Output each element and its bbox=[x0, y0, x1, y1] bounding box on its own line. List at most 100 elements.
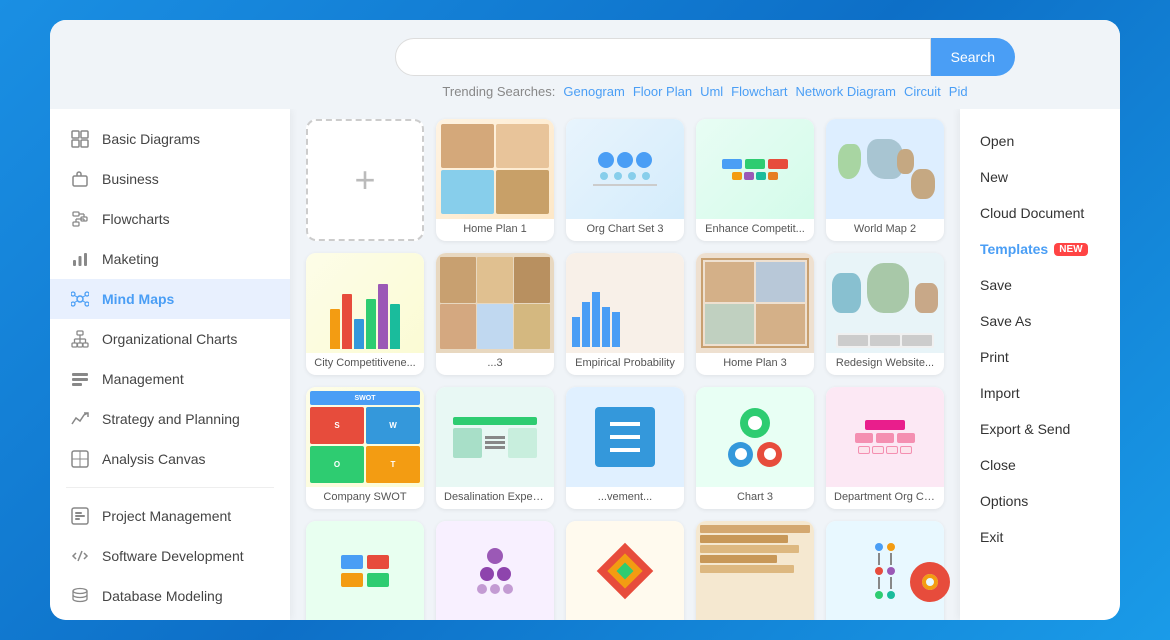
template-city-competitive[interactable]: City Competitivene... bbox=[306, 253, 424, 375]
template-empirical-prob[interactable]: Empirical Probability bbox=[566, 253, 684, 375]
main-container: Search Trending Searches: Genogram Floor… bbox=[50, 20, 1120, 620]
template-label-movement: ...vement... bbox=[566, 487, 684, 509]
right-panel-options[interactable]: Options bbox=[960, 483, 1120, 519]
template-label-chart-3: Chart 3 bbox=[696, 487, 814, 509]
search-input[interactable] bbox=[395, 38, 931, 76]
sidebar-label-basic-diagrams: Basic Diagrams bbox=[102, 131, 200, 147]
template-label-swot: Company SWOT bbox=[306, 487, 424, 509]
software-icon bbox=[70, 546, 90, 566]
template-planning[interactable]: Plannin... bbox=[696, 521, 814, 620]
sidebar-label-business: Business bbox=[102, 171, 159, 187]
template-dept-org[interactable]: Department Org Chart bbox=[826, 387, 944, 509]
right-panel-new[interactable]: New bbox=[960, 159, 1120, 195]
right-panel-close[interactable]: Close bbox=[960, 447, 1120, 483]
add-new-card[interactable]: + bbox=[306, 119, 424, 241]
template-2d-block[interactable]: 2D Block 23 bbox=[306, 521, 424, 620]
grid-icon bbox=[70, 129, 90, 149]
template-label-city-competitive: City Competitivene... bbox=[306, 353, 424, 375]
sidebar-item-management[interactable]: Management bbox=[50, 359, 290, 399]
trending-genogram[interactable]: Genogram bbox=[563, 84, 624, 99]
sidebar-label-project-mgmt: Project Management bbox=[102, 508, 231, 524]
right-panel-cloud-doc[interactable]: Cloud Document bbox=[960, 195, 1120, 231]
template-org-set-2[interactable]: Org Chart Set 2 bbox=[436, 521, 554, 620]
right-panel-import-label: Import bbox=[980, 385, 1020, 401]
template-org-chart-3[interactable]: Org Chart Set 3 bbox=[566, 119, 684, 241]
project-icon bbox=[70, 506, 90, 526]
right-panel-open[interactable]: Open bbox=[960, 123, 1120, 159]
trending-label: Trending Searches: bbox=[442, 84, 555, 99]
right-panel-save-as[interactable]: Save As bbox=[960, 303, 1120, 339]
template-thumb-chart-3 bbox=[696, 387, 814, 487]
right-panel-exit[interactable]: Exit bbox=[960, 519, 1120, 555]
briefcase-icon bbox=[70, 169, 90, 189]
sidebar-item-maketing[interactable]: Maketing bbox=[50, 239, 290, 279]
template-thumb-swot: SWOT S W O T bbox=[306, 387, 424, 487]
chart-bar-icon bbox=[70, 249, 90, 269]
right-panel-print[interactable]: Print bbox=[960, 339, 1120, 375]
template-business-matrix[interactable]: Business Matrix ... bbox=[566, 521, 684, 620]
right-panel-save[interactable]: Save bbox=[960, 267, 1120, 303]
template-plan-prev[interactable]: ...3 bbox=[436, 253, 554, 375]
template-thumb-home-plan-3 bbox=[696, 253, 814, 353]
strategy-icon bbox=[70, 409, 90, 429]
right-panel-export-send[interactable]: Export & Send bbox=[960, 411, 1120, 447]
sidebar-label-maketing: Maketing bbox=[102, 251, 159, 267]
trending-flowchart[interactable]: Flowchart bbox=[731, 84, 787, 99]
template-label-home-plan-1: Home Plan 1 bbox=[436, 219, 554, 241]
template-swot[interactable]: SWOT S W O T Company SWOT bbox=[306, 387, 424, 509]
trending-circuit[interactable]: Circuit bbox=[904, 84, 941, 99]
sidebar-item-mind-maps[interactable]: Mind Maps bbox=[50, 279, 290, 319]
sidebar-label-software-dev: Software Development bbox=[102, 548, 244, 564]
template-label-desal: Desalination Experi... bbox=[436, 487, 554, 509]
sidebar-item-org-charts[interactable]: Organizational Charts bbox=[50, 319, 290, 359]
right-panel-templates[interactable]: Templates NEW bbox=[960, 231, 1120, 267]
trending-pid[interactable]: Pid bbox=[949, 84, 968, 99]
search-row: Search bbox=[395, 38, 1015, 76]
org-icon bbox=[70, 329, 90, 349]
template-thumb-redesign bbox=[826, 253, 944, 353]
template-world-map-2[interactable]: World Map 2 bbox=[826, 119, 944, 241]
sidebar-item-basic-diagrams[interactable]: Basic Diagrams bbox=[50, 119, 290, 159]
database-icon bbox=[70, 586, 90, 606]
trending-network[interactable]: Network Diagram bbox=[796, 84, 896, 99]
sidebar-label-org-charts: Organizational Charts bbox=[102, 331, 237, 347]
search-button[interactable]: Search bbox=[931, 38, 1015, 76]
template-home-plan-3[interactable]: Home Plan 3 bbox=[696, 253, 814, 375]
template-home-plan-1[interactable]: Home Plan 1 bbox=[436, 119, 554, 241]
right-panel-import[interactable]: Import bbox=[960, 375, 1120, 411]
plus-icon: + bbox=[354, 162, 375, 198]
sidebar-label-analysis: Analysis Canvas bbox=[102, 451, 206, 467]
template-redesign[interactable]: Redesign Website... bbox=[826, 253, 944, 375]
content-area: + Home Plan 1 bbox=[290, 109, 960, 620]
sidebar-label-strategy: Strategy and Planning bbox=[102, 411, 240, 427]
sidebar-item-wireframes[interactable]: Wireframes bbox=[50, 616, 290, 620]
right-panel-exit-label: Exit bbox=[980, 529, 1003, 545]
sidebar-item-business[interactable]: Business bbox=[50, 159, 290, 199]
sidebar-item-flowcharts[interactable]: Flowcharts bbox=[50, 199, 290, 239]
template-thumb-dept-org bbox=[826, 387, 944, 487]
template-thumb-business-matrix bbox=[566, 521, 684, 620]
sidebar-item-software-dev[interactable]: Software Development bbox=[50, 536, 290, 576]
template-thumb-org-set-2 bbox=[436, 521, 554, 620]
template-desal[interactable]: Desalination Experi... bbox=[436, 387, 554, 509]
sidebar-item-database[interactable]: Database Modeling bbox=[50, 576, 290, 616]
sidebar-item-strategy[interactable]: Strategy and Planning bbox=[50, 399, 290, 439]
template-label-redesign: Redesign Website... bbox=[826, 353, 944, 375]
right-panel-new-label: New bbox=[980, 169, 1008, 185]
template-movement[interactable]: ...vement... bbox=[566, 387, 684, 509]
templates-new-badge: NEW bbox=[1054, 243, 1087, 256]
right-panel-cloud-doc-label: Cloud Document bbox=[980, 205, 1084, 221]
right-panel-export-send-label: Export & Send bbox=[980, 421, 1070, 437]
search-area: Search Trending Searches: Genogram Floor… bbox=[50, 20, 1120, 109]
sidebar-item-analysis[interactable]: Analysis Canvas bbox=[50, 439, 290, 479]
right-panel: Open New Cloud Document Templates NEW Sa… bbox=[960, 109, 1120, 620]
right-panel-close-label: Close bbox=[980, 457, 1016, 473]
template-thumb-planning bbox=[696, 521, 814, 620]
sidebar-item-project-mgmt[interactable]: Project Management bbox=[50, 496, 290, 536]
template-thumb-city-competitive bbox=[306, 253, 424, 353]
trending-uml[interactable]: Uml bbox=[700, 84, 723, 99]
template-label-empirical-prob: Empirical Probability bbox=[566, 353, 684, 375]
template-chart-3[interactable]: Chart 3 bbox=[696, 387, 814, 509]
trending-floor-plan[interactable]: Floor Plan bbox=[633, 84, 692, 99]
template-enhance[interactable]: Enhance Competit... bbox=[696, 119, 814, 241]
